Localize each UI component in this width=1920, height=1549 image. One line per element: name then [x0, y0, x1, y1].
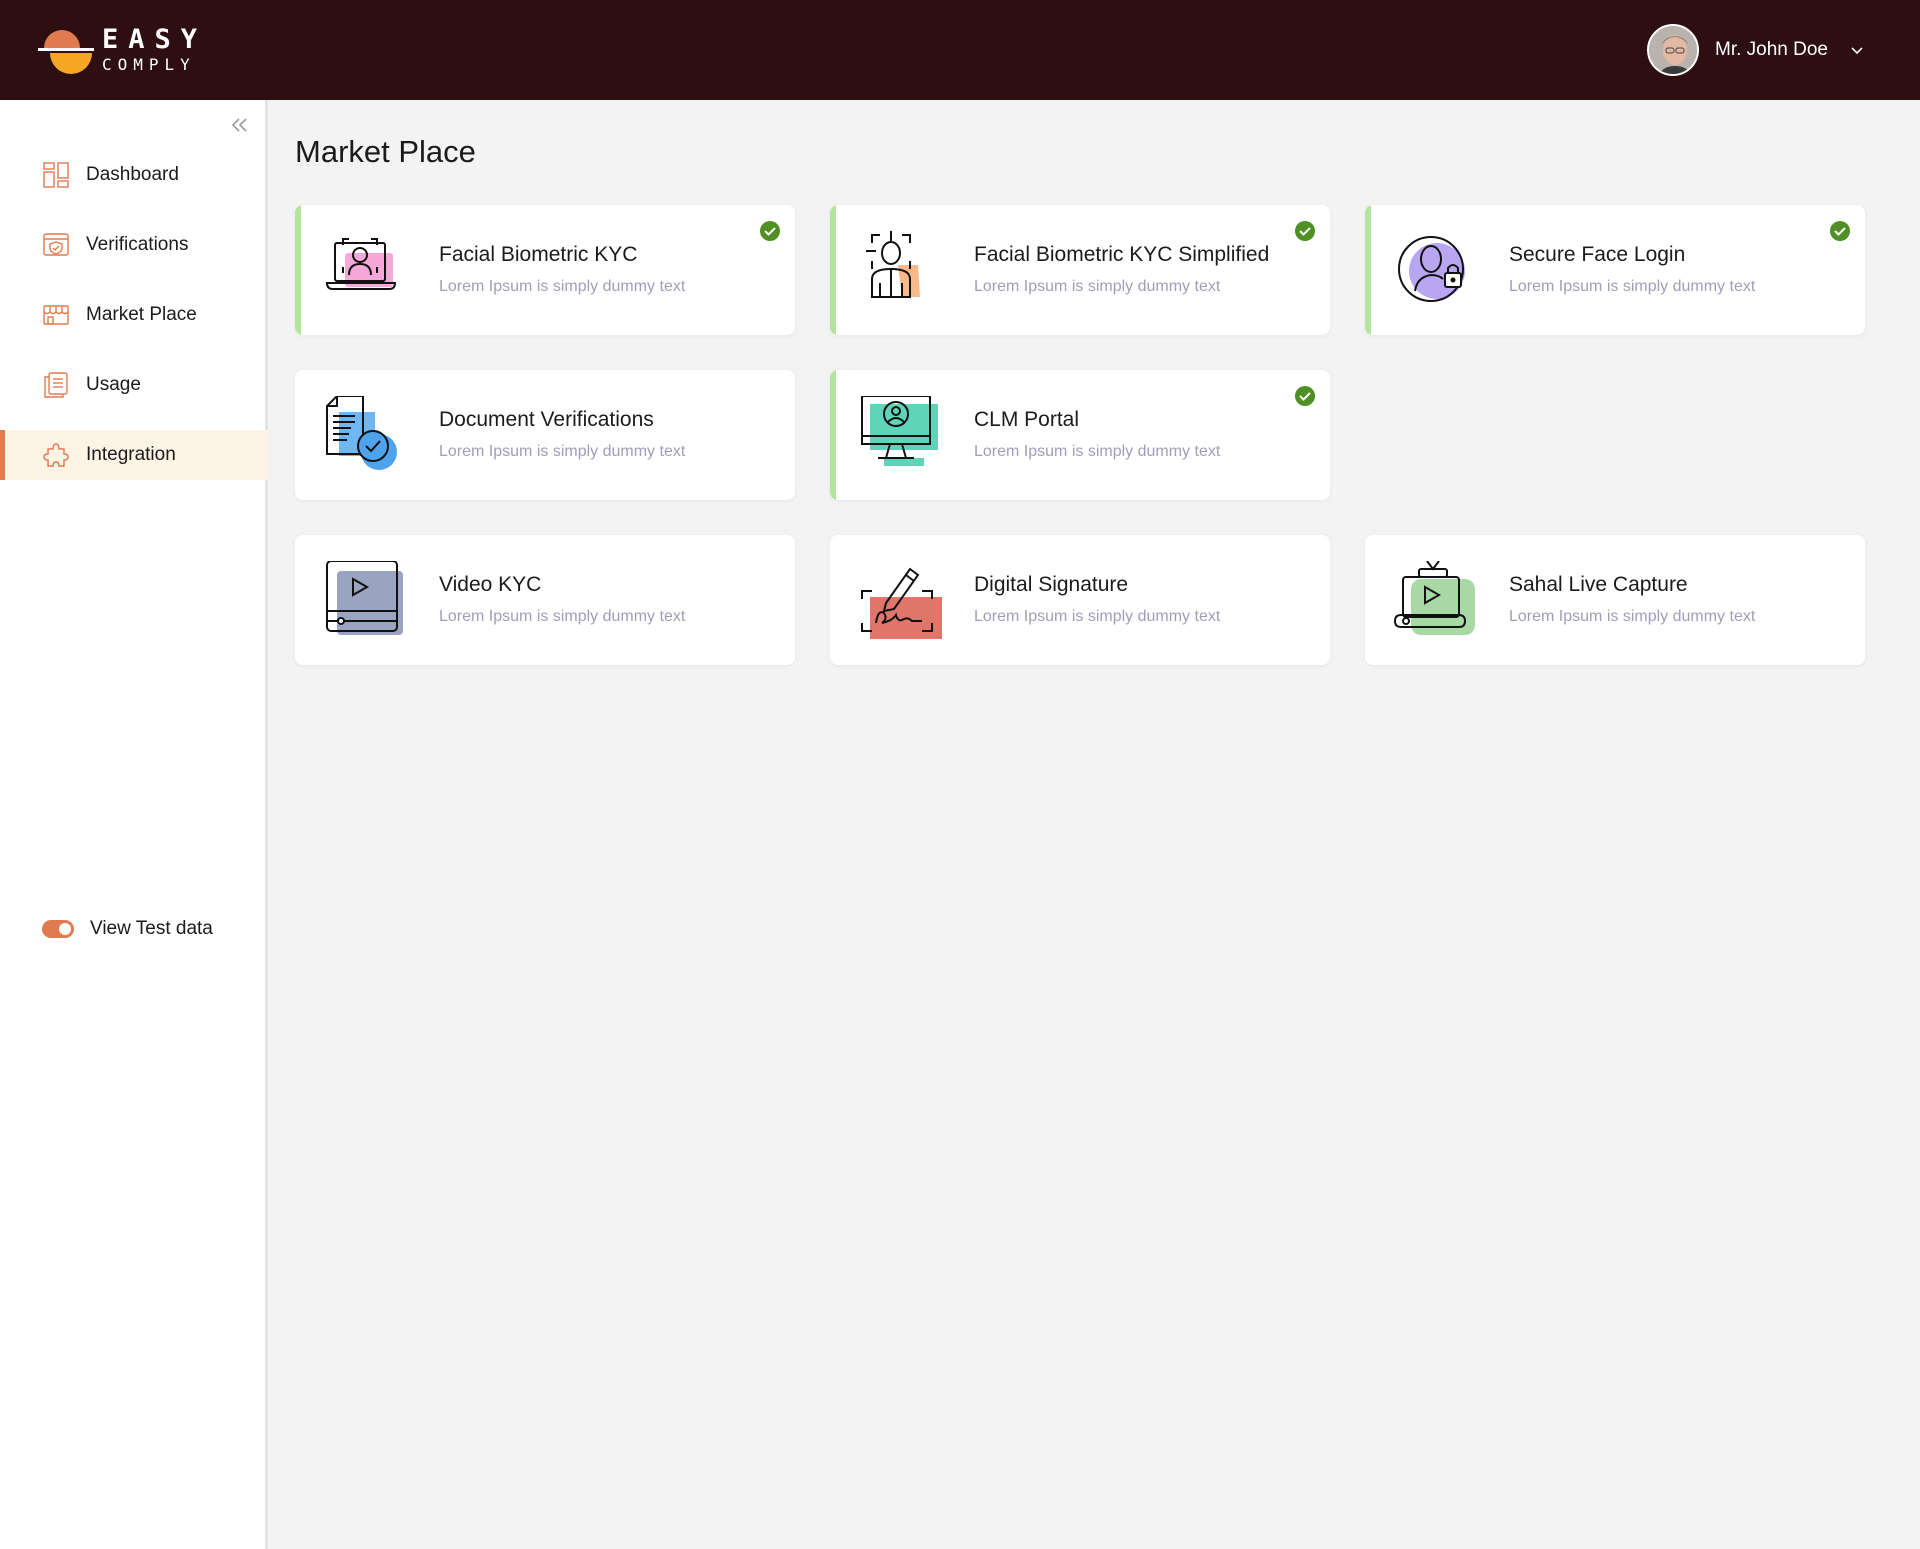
sidebar-item-label: Usage — [86, 374, 141, 395]
card-description: Lorem Ipsum is simply dummy text — [1509, 278, 1756, 295]
document-verifications-icon — [326, 396, 397, 470]
card-description: Lorem Ipsum is simply dummy text — [439, 443, 686, 460]
top-bar: EASY COMPLY Mr. John Doe — [0, 0, 1920, 100]
card-description: Lorem Ipsum is simply dummy text — [1509, 608, 1756, 625]
card-facial-biometric-kyc-simplified[interactable]: Facial Biometric KYC Simplified Lorem Ip… — [830, 205, 1330, 335]
card-title: Document Verifications — [439, 408, 654, 431]
collapse-sidebar-icon[interactable] — [229, 114, 251, 136]
card-digital-signature[interactable]: Digital Signature Lorem Ipsum is simply … — [830, 535, 1330, 665]
card-clm-portal[interactable]: CLM Portal Lorem Ipsum is simply dummy t… — [830, 370, 1330, 500]
card-description: Lorem Ipsum is simply dummy text — [974, 278, 1221, 295]
verifications-icon — [43, 233, 69, 256]
integration-icon — [43, 443, 69, 467]
card-secure-face-login[interactable]: Secure Face Login Lorem Ipsum is simply … — [1365, 205, 1865, 335]
enabled-check-icon — [760, 221, 780, 241]
card-sahal-live-capture[interactable]: Sahal Live Capture Lorem Ipsum is simply… — [1365, 535, 1865, 665]
sidebar-item-integration[interactable]: Integration — [0, 430, 268, 480]
secure-face-login-icon — [1398, 236, 1465, 302]
logo-mark-icon — [38, 30, 94, 74]
view-test-data-toggle[interactable] — [42, 920, 74, 938]
card-description: Lorem Ipsum is simply dummy text — [974, 608, 1221, 625]
logo-line2: COMPLY — [102, 55, 196, 74]
sidebar-item-label: Integration — [86, 444, 176, 465]
video-kyc-icon — [326, 561, 403, 635]
avatar — [1647, 24, 1699, 76]
view-test-data-label: View Test data — [90, 918, 213, 939]
sidebar-item-label: Verifications — [86, 234, 189, 255]
sahal-live-capture-icon — [1393, 561, 1475, 635]
logo-text: EASY COMPLY — [102, 26, 207, 75]
usage-icon — [44, 372, 68, 398]
enabled-check-icon — [1295, 386, 1315, 406]
market-place-icon — [43, 305, 69, 325]
sidebar-item-usage[interactable]: Usage — [0, 360, 268, 410]
facial-biometric-kyc-simplified-icon — [866, 231, 920, 298]
sidebar-nav: Dashboard Verifications Market Place Usa… — [0, 150, 268, 500]
toggle-knob — [59, 923, 71, 935]
card-title: Sahal Live Capture — [1509, 573, 1688, 596]
logo[interactable]: EASY COMPLY — [38, 26, 218, 76]
chevron-down-icon — [1851, 47, 1863, 55]
card-description: Lorem Ipsum is simply dummy text — [439, 278, 686, 295]
avatar-portrait-icon — [1649, 26, 1697, 74]
digital-signature-icon — [861, 567, 942, 639]
dashboard-icon — [43, 162, 69, 188]
card-title: Facial Biometric KYC — [439, 243, 638, 266]
sidebar-item-verifications[interactable]: Verifications — [0, 220, 268, 270]
sidebar-item-label: Market Place — [86, 304, 197, 325]
card-title: Video KYC — [439, 573, 542, 596]
card-title: Secure Face Login — [1509, 243, 1686, 266]
user-menu[interactable]: Mr. John Doe — [1647, 24, 1864, 76]
card-document-verifications[interactable]: Document Verifications Lorem Ipsum is si… — [295, 370, 795, 500]
card-title: CLM Portal — [974, 408, 1080, 431]
logo-line1: EASY — [102, 24, 208, 55]
card-facial-biometric-kyc[interactable]: Facial Biometric KYC Lorem Ipsum is simp… — [295, 205, 795, 335]
enabled-check-icon — [1295, 221, 1315, 241]
page-title: Market Place — [295, 134, 476, 169]
view-test-data-row: View Test data — [42, 918, 213, 940]
sidebar-item-dashboard[interactable]: Dashboard — [0, 150, 268, 200]
card-title: Digital Signature — [974, 573, 1129, 596]
user-name: Mr. John Doe — [1715, 39, 1828, 60]
sidebar: Dashboard Verifications Market Place Usa… — [0, 100, 268, 1549]
card-video-kyc[interactable]: Video KYC Lorem Ipsum is simply dummy te… — [295, 535, 795, 665]
card-title: Facial Biometric KYC Simplified — [974, 243, 1270, 266]
sidebar-item-label: Dashboard — [86, 164, 179, 185]
clm-portal-icon — [861, 396, 938, 466]
enabled-check-icon — [1830, 221, 1850, 241]
sidebar-item-market-place[interactable]: Market Place — [0, 290, 268, 340]
facial-biometric-kyc-icon — [325, 238, 397, 290]
card-description: Lorem Ipsum is simply dummy text — [974, 443, 1221, 460]
card-description: Lorem Ipsum is simply dummy text — [439, 608, 686, 625]
